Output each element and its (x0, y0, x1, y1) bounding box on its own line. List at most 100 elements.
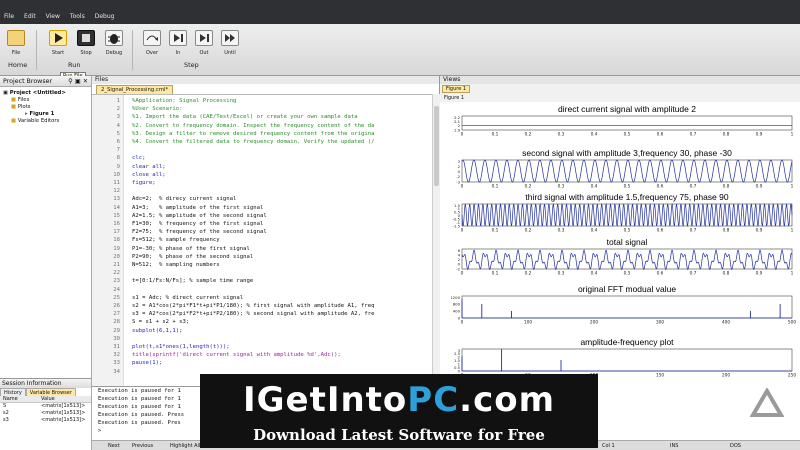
find-previous-button[interactable]: Previous (132, 443, 153, 449)
code-line: 16 F1=30; % frequency of the first signal (92, 220, 432, 228)
code-text: title(sprintf('direct current signal wit… (132, 352, 341, 359)
line-number: 34 (113, 368, 120, 375)
line-number: 31 (113, 344, 120, 350)
variable-table-header: Name Value (0, 396, 91, 403)
x-tick-label: 250 (788, 373, 796, 379)
code-text: %4. Convert the filtered data to frequen… (132, 139, 375, 145)
editor-scrollbar[interactable] (432, 94, 440, 386)
tree-item-figure[interactable]: ▸ Figure 1 (3, 111, 88, 118)
menu-tools[interactable]: Tools (70, 13, 85, 20)
line-number: 24 (113, 286, 120, 293)
var-name: s2 (3, 410, 9, 416)
line-number: 7 (116, 147, 120, 154)
code-line: 11 figure; (92, 179, 432, 187)
status-line-ending: DOS (730, 443, 741, 449)
x-tick-label: 0.4 (591, 228, 598, 234)
code-line: 27 s3 = A2*cos(2*pi*F2*t+pi*P2/180); % se… (92, 310, 432, 318)
code-line: 14 A1=3; % amplitude of the first signal (92, 204, 432, 212)
code-text: %Application: Signal Processing (132, 98, 237, 104)
file-button[interactable]: File (4, 28, 28, 58)
x-tick-label: 0.9 (756, 271, 763, 277)
column-value: Value (41, 396, 55, 402)
step-out-button[interactable]: Out (192, 28, 216, 58)
step-over-button[interactable]: Over (140, 28, 164, 58)
line-number: 11 (113, 180, 120, 186)
code-text: %User Scenario: (132, 106, 183, 113)
stop-icon (77, 30, 95, 46)
x-tick-label: 400 (722, 320, 730, 326)
step-until-button[interactable]: Until (218, 28, 242, 58)
code-text: s2 = A1*cos(2*pi*F1*t+pi*P1/180); % firs… (132, 303, 375, 309)
tree-item-project[interactable]: ▣ Project <Untitled> (3, 90, 88, 97)
highlight-all-button[interactable]: Highlight All (170, 443, 200, 449)
line-number: 27 (113, 311, 120, 318)
x-tick-label: 0.5 (624, 132, 631, 138)
code-line: 6 %4. Convert the filtered data to freque… (92, 138, 432, 146)
run-group-label: Run (68, 61, 81, 69)
line-number: 3 (116, 114, 120, 121)
folder-icon: ■ (11, 97, 17, 103)
debug-button[interactable]: Debug (102, 28, 126, 58)
x-tick-label: 1 (791, 271, 794, 277)
tab-history[interactable]: History (0, 388, 26, 396)
x-tick-label: 0 (461, 184, 464, 190)
code-line: 3 %1. Import the data (CAE/Test/Excel) or… (92, 113, 432, 121)
title-bar: File Edit View Tools Debug (0, 0, 800, 24)
code-line: 7 (92, 146, 432, 154)
step-in-button[interactable]: In (166, 28, 190, 58)
code-line: 1 %Application: Signal Processing (92, 97, 432, 105)
tree-item-files[interactable]: ■ Files (3, 97, 88, 104)
stop-button[interactable]: Stop (74, 28, 98, 58)
code-line: 5 %3. Design a filter to remove desired f… (92, 130, 432, 138)
menu-view[interactable]: View (46, 13, 60, 20)
step-until-icon (221, 30, 239, 46)
x-tick-label: 300 (656, 320, 664, 326)
status-insert-mode: INS (670, 443, 679, 449)
status-column: Col 1 (602, 443, 615, 449)
step-until-label: Until (224, 50, 236, 56)
menu-bar: File Edit View Tools Debug (4, 13, 114, 20)
panel-controls-icon[interactable]: ⚲ ▣ ✕ (68, 78, 88, 85)
table-row[interactable]: s2 <matrix[1x513]> (0, 410, 91, 417)
table-row[interactable]: s3 <matrix[1x513]> (0, 417, 91, 424)
code-line: 32 title(sprintf('direct current signal w… (92, 351, 432, 359)
table-row[interactable]: S <matrix[1x513]> (0, 403, 91, 410)
line-number: 4 (116, 122, 120, 129)
menu-file[interactable]: File (4, 13, 14, 20)
tab-variable-browser[interactable]: Variable Browser (25, 388, 76, 396)
x-tick-label: 0.1 (492, 184, 499, 190)
scrollbar-thumb[interactable] (434, 106, 439, 186)
line-number: 5 (116, 130, 120, 137)
x-tick-label: 200 (722, 373, 730, 379)
line-number: 12 (113, 188, 120, 195)
y-tick-label: 800 (453, 302, 461, 307)
subplot-title: direct current signal with amplitude 2 (558, 104, 696, 114)
line-number: 15 (113, 212, 120, 219)
menu-edit[interactable]: Edit (24, 13, 36, 20)
code-line: 18 Fs=512; % sample frequency (92, 236, 432, 244)
code-editor[interactable]: 1 %Application: Signal Processing 2 %User S… (92, 94, 432, 386)
project-browser-header: Project Browser ⚲ ▣ ✕ (0, 76, 91, 87)
x-tick-label: 0.1 (492, 271, 499, 277)
line-number: 8 (116, 155, 120, 162)
x-tick-label: 0.2 (525, 228, 532, 234)
x-tick-label: 200 (590, 320, 598, 326)
code-line: 2 %User Scenario: (92, 105, 432, 113)
code-text: s3 = A2*cos(2*pi*F2*t+pi*P2/180); % seco… (132, 311, 375, 318)
code-text: A2=1.5; % amplitude of the second signal (132, 212, 267, 219)
code-line: 24 (92, 286, 432, 294)
code-text: s1 = Adc; % direct current signal (132, 294, 244, 301)
tree-label: Files (17, 97, 30, 103)
code-line: 8 clc; (92, 154, 432, 162)
line-number: 33 (113, 360, 120, 367)
code-text: S = s1 + s2 + s3; (132, 319, 190, 326)
find-next-button[interactable]: Next (108, 443, 120, 449)
watermark-text-accent: PC (407, 380, 460, 420)
tree-item-variable-editors[interactable]: ■ Variable Editors (3, 118, 88, 125)
start-button[interactable]: Start (46, 28, 70, 58)
line-number: 18 (113, 237, 120, 244)
tree-item-plots[interactable]: ■ Plots (3, 104, 88, 111)
menu-debug[interactable]: Debug (95, 13, 115, 20)
code-line: 30 (92, 335, 432, 343)
tab-signal-processing[interactable]: 2_Signal_Processing.cml* (96, 85, 174, 94)
